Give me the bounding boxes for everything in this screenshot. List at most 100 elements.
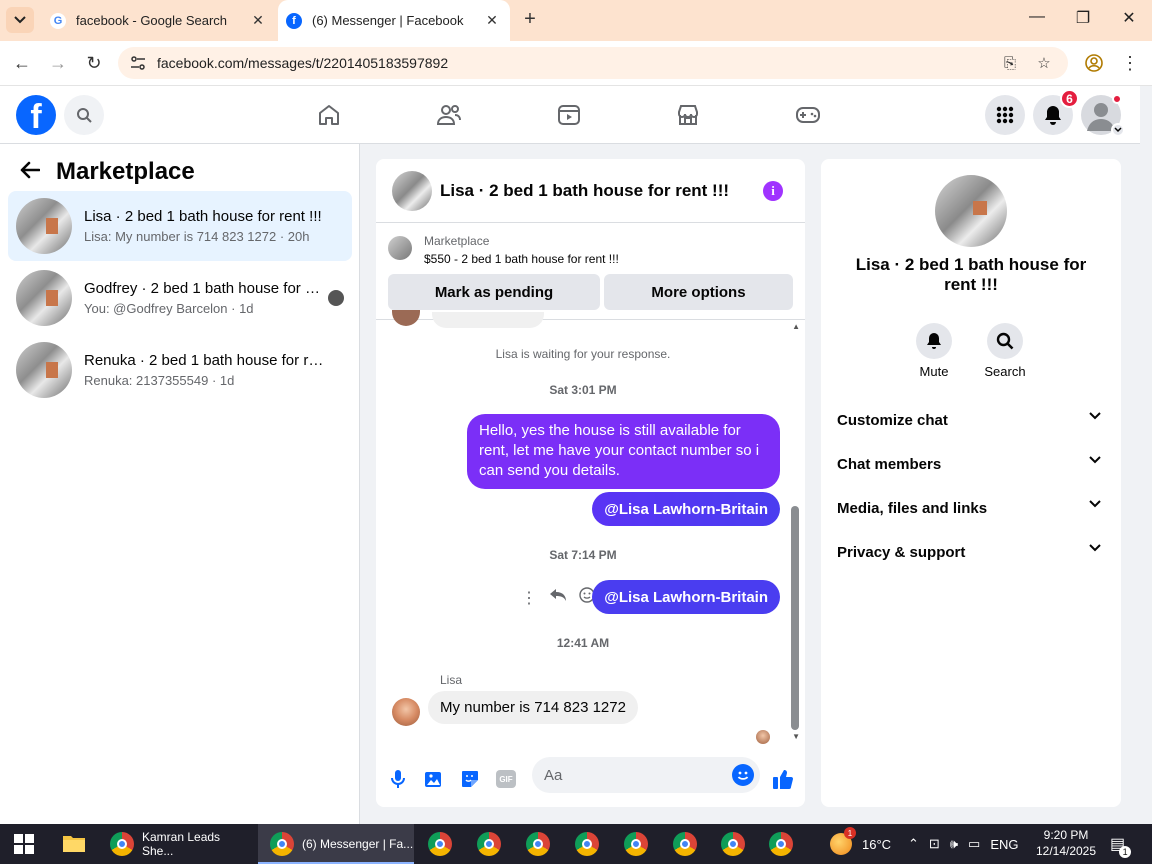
install-app-icon[interactable]: ⎘ (1000, 53, 1020, 73)
forward-icon[interactable]: → (46, 51, 70, 75)
browser-menu-icon[interactable]: ⋮ (1118, 51, 1142, 75)
incoming-message[interactable]: My number is 714 823 1272 (428, 691, 638, 724)
search-icon[interactable] (64, 95, 104, 135)
tab-google-search[interactable]: G facebook - Google Search ✕ (40, 0, 276, 41)
chrome-icon[interactable] (624, 832, 648, 856)
new-tab-icon[interactable]: + (518, 8, 542, 31)
privacy-support-section[interactable]: Privacy & support (829, 530, 1113, 574)
weather-temp: 16°C (862, 836, 892, 852)
listing-thumbnail[interactable] (388, 236, 412, 260)
chrome-icon[interactable] (721, 832, 745, 856)
close-window-icon[interactable]: ✕ (1114, 8, 1144, 28)
clock[interactable]: 9:20 PM 12/14/2025 (1028, 827, 1104, 859)
chrome-icon[interactable] (673, 832, 697, 856)
reload-icon[interactable]: ↻ (82, 51, 106, 75)
browser-tab-bar: G facebook - Google Search ✕ f (6) Messe… (0, 0, 1152, 41)
restore-icon[interactable]: ❐ (1068, 8, 1098, 28)
conversation-item[interactable]: Renuka · 2 bed 1 bath house for rent !!!… (8, 335, 352, 405)
back-icon[interactable]: ← (10, 51, 34, 75)
chat-avatar[interactable] (392, 170, 432, 211)
chrome-icon[interactable] (769, 832, 793, 856)
waiting-status: Lisa is waiting for your response. (495, 347, 671, 361)
listing-title[interactable]: $550 - 2 bed 1 bath house for rent !!! (424, 252, 619, 266)
more-options-button[interactable]: More options (604, 274, 793, 310)
home-icon[interactable] (309, 95, 349, 135)
bookmark-star-icon[interactable]: ☆ (1034, 53, 1054, 73)
chrome-icon[interactable] (526, 832, 550, 856)
chevron-down-icon (1089, 544, 1101, 552)
friends-icon[interactable] (429, 95, 469, 135)
site-settings-icon[interactable] (128, 53, 148, 73)
like-thumb-icon[interactable] (771, 767, 795, 791)
search-conversation-button[interactable]: Search (969, 323, 1041, 379)
facebook-logo[interactable]: f (16, 95, 56, 135)
page-scrollbar[interactable] (1140, 86, 1152, 824)
section-label: Chat members (837, 455, 942, 473)
sticker-icon[interactable] (458, 767, 482, 791)
marketplace-icon[interactable] (668, 95, 708, 135)
outgoing-message[interactable]: Hello, yes the house is still available … (467, 414, 780, 489)
taskbar-chrome-messenger[interactable]: (6) Messenger | Fa... (258, 824, 414, 864)
sender-avatar[interactable] (392, 698, 420, 726)
notifications-button[interactable]: 6 (1033, 89, 1079, 135)
weather-alert-badge: 1 (844, 827, 856, 839)
menu-grid-icon[interactable] (985, 95, 1025, 135)
media-files-links-section[interactable]: Media, files and links (829, 486, 1113, 530)
timestamp: Sat 7:14 PM (549, 548, 617, 562)
conversation-preview: Lisa: My number is 714 823 1272 · 20h (84, 229, 310, 244)
profile-avatar[interactable] (935, 175, 1007, 247)
meet-now-icon[interactable]: ⊡ (929, 836, 940, 852)
tab-search-button[interactable] (6, 7, 34, 33)
section-label: Media, files and links (837, 499, 988, 517)
close-tab-icon[interactable]: ✕ (246, 12, 270, 29)
conversation-preview: Renuka: 2137355549 · 1d (84, 373, 235, 388)
customize-chat-section[interactable]: Customize chat (829, 398, 1113, 442)
chevron-up-icon[interactable]: ⌃ (908, 836, 919, 852)
network-icon[interactable]: ▭ (968, 836, 980, 852)
file-explorer-icon[interactable] (62, 832, 86, 859)
weather-widget[interactable]: 1 16°C (830, 824, 891, 864)
conversation-item[interactable]: Lisa · 2 bed 1 bath house for rent !!! L… (8, 191, 352, 261)
mute-button[interactable]: Mute (898, 323, 970, 379)
address-bar[interactable]: facebook.com/messages/t/2201405183597892… (118, 47, 1068, 79)
chrome-icon (110, 832, 134, 856)
scroll-up-arrow[interactable]: ▲ (792, 322, 800, 331)
mention-message[interactable]: @Lisa Lawhorn-Britain (592, 492, 780, 526)
minimize-icon[interactable]: — (1022, 8, 1052, 26)
tab-title: (6) Messenger | Facebook (312, 13, 464, 28)
mark-as-pending-button[interactable]: Mark as pending (388, 274, 600, 310)
chrome-icon[interactable] (477, 832, 501, 856)
message-input[interactable] (532, 757, 760, 793)
tab-title: facebook - Google Search (76, 13, 228, 28)
mention-message[interactable]: @Lisa Lawhorn-Britain (592, 580, 780, 614)
scroll-down-arrow[interactable]: ▼ (792, 732, 800, 741)
gif-icon[interactable]: GIF (494, 767, 518, 791)
gaming-icon[interactable] (788, 95, 828, 135)
notification-center-icon[interactable]: ▤ 1 (1110, 824, 1132, 864)
chat-title[interactable]: Lisa · 2 bed 1 bath house for rent !!! (440, 181, 729, 201)
tab-messenger[interactable]: f (6) Messenger | Facebook ✕ (278, 0, 510, 41)
video-icon[interactable] (549, 95, 589, 135)
facebook-icon: f (286, 12, 302, 29)
info-icon[interactable]: i (763, 181, 783, 201)
account-avatar[interactable] (1081, 94, 1125, 137)
windows-start-icon[interactable] (14, 834, 34, 854)
close-tab-icon[interactable]: ✕ (480, 12, 504, 29)
taskbar-item-label: (6) Messenger | Fa... (302, 837, 414, 851)
scrollbar-thumb[interactable] (791, 506, 799, 730)
language-indicator[interactable]: ENG (990, 837, 1018, 852)
chrome-icon[interactable] (428, 832, 452, 856)
taskbar-chrome-kamran[interactable]: Kamran Leads She... (104, 824, 254, 864)
back-arrow-icon[interactable] (20, 158, 41, 186)
profile-icon[interactable] (1082, 51, 1106, 75)
conversation-item[interactable]: Godfrey · 2 bed 1 bath house for rent !!… (8, 263, 352, 333)
read-receipt-avatar (756, 730, 770, 744)
emoji-icon[interactable] (732, 764, 754, 786)
reply-icon[interactable] (549, 588, 567, 607)
volume-icon[interactable]: 🕪 (950, 836, 958, 852)
photo-icon[interactable] (422, 767, 446, 791)
chat-members-section[interactable]: Chat members (829, 442, 1113, 486)
more-actions-icon[interactable]: ⋮ (521, 588, 537, 608)
chrome-icon[interactable] (575, 832, 599, 856)
microphone-icon[interactable] (386, 767, 410, 791)
